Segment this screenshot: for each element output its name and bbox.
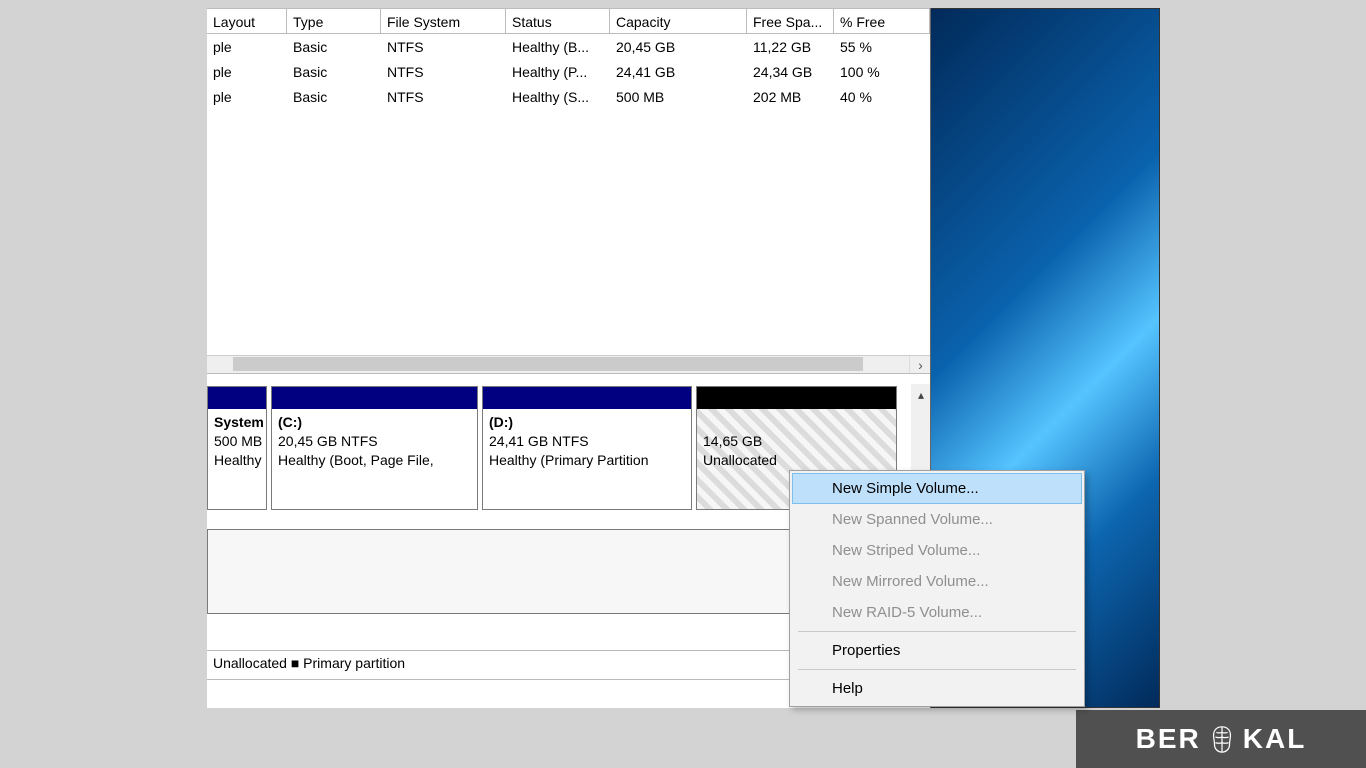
cell: Healthy (P...	[506, 62, 610, 82]
cell: ple	[207, 62, 287, 82]
cell: 55 %	[834, 37, 930, 57]
cell: 500 MB	[610, 87, 747, 107]
cell: Healthy (S...	[506, 87, 610, 107]
partition-info: (C:)20,45 GB NTFSHealthy (Boot, Page Fil…	[272, 409, 477, 509]
partition[interactable]: System Reser500 MB NTFSHealthy (System	[207, 386, 267, 510]
scroll-right-icon[interactable]: ›	[909, 356, 931, 373]
partition-header	[697, 387, 896, 409]
col-layout[interactable]: Layout	[207, 8, 287, 34]
menu-item[interactable]: New Simple Volume...	[792, 473, 1082, 504]
partition-header	[272, 387, 477, 409]
cell: Basic	[287, 87, 381, 107]
menu-separator	[798, 669, 1076, 670]
table-row[interactable]: pleBasicNTFSHealthy (B...20,45 GB11,22 G…	[207, 34, 931, 59]
partition-header	[208, 387, 266, 409]
cell: Basic	[287, 62, 381, 82]
volume-list-header: Layout Type File System Status Capacity …	[207, 8, 931, 34]
volume-list[interactable]: Layout Type File System Status Capacity …	[207, 8, 931, 374]
table-row[interactable]: pleBasicNTFSHealthy (P...24,41 GB24,34 G…	[207, 59, 931, 84]
menu-item: New Spanned Volume...	[792, 504, 1082, 535]
partition[interactable]: (C:)20,45 GB NTFSHealthy (Boot, Page Fil…	[271, 386, 478, 510]
col-status[interactable]: Status	[506, 8, 610, 34]
cell: 24,41 GB	[610, 62, 747, 82]
menu-item[interactable]: Help	[792, 673, 1082, 704]
col-type[interactable]: Type	[287, 8, 381, 34]
menu-item: New Striped Volume...	[792, 535, 1082, 566]
cell: 24,34 GB	[747, 62, 834, 82]
scroll-up-icon[interactable]: ▴	[911, 384, 931, 406]
scrollbar-track[interactable]	[207, 356, 909, 373]
cell: 40 %	[834, 87, 930, 107]
horizontal-scrollbar[interactable]: ›	[207, 355, 931, 373]
cell: 11,22 GB	[747, 37, 834, 57]
cell: 100 %	[834, 62, 930, 82]
scrollbar-thumb[interactable]	[233, 357, 863, 371]
context-menu: New Simple Volume...New Spanned Volume..…	[789, 470, 1085, 707]
watermark-text-2: KAL	[1243, 723, 1307, 755]
cell: NTFS	[381, 62, 506, 82]
watermark: BER KAL	[1076, 710, 1366, 768]
cell: Basic	[287, 37, 381, 57]
col-free-space[interactable]: Free Spa...	[747, 8, 834, 34]
col-pct-free[interactable]: % Free	[834, 8, 930, 34]
cell: NTFS	[381, 37, 506, 57]
partition[interactable]: (D:)24,41 GB NTFSHealthy (Primary Partit…	[482, 386, 692, 510]
menu-item: New Mirrored Volume...	[792, 566, 1082, 597]
menu-item[interactable]: Properties	[792, 635, 1082, 666]
cell: 20,45 GB	[610, 37, 747, 57]
cell: ple	[207, 87, 287, 107]
cell: Healthy (B...	[506, 37, 610, 57]
partition-header	[483, 387, 691, 409]
brain-icon	[1207, 724, 1237, 754]
partition-info: (D:)24,41 GB NTFSHealthy (Primary Partit…	[483, 409, 691, 509]
menu-separator	[798, 631, 1076, 632]
cell: ple	[207, 37, 287, 57]
partition-info: System Reser500 MB NTFSHealthy (System	[208, 409, 266, 509]
col-file-system[interactable]: File System	[381, 8, 506, 34]
cell: NTFS	[381, 87, 506, 107]
watermark-text-1: BER	[1136, 723, 1201, 755]
col-capacity[interactable]: Capacity	[610, 8, 747, 34]
menu-item: New RAID-5 Volume...	[792, 597, 1082, 628]
cell: 202 MB	[747, 87, 834, 107]
table-row[interactable]: pleBasicNTFSHealthy (S...500 MB202 MB40 …	[207, 84, 931, 109]
